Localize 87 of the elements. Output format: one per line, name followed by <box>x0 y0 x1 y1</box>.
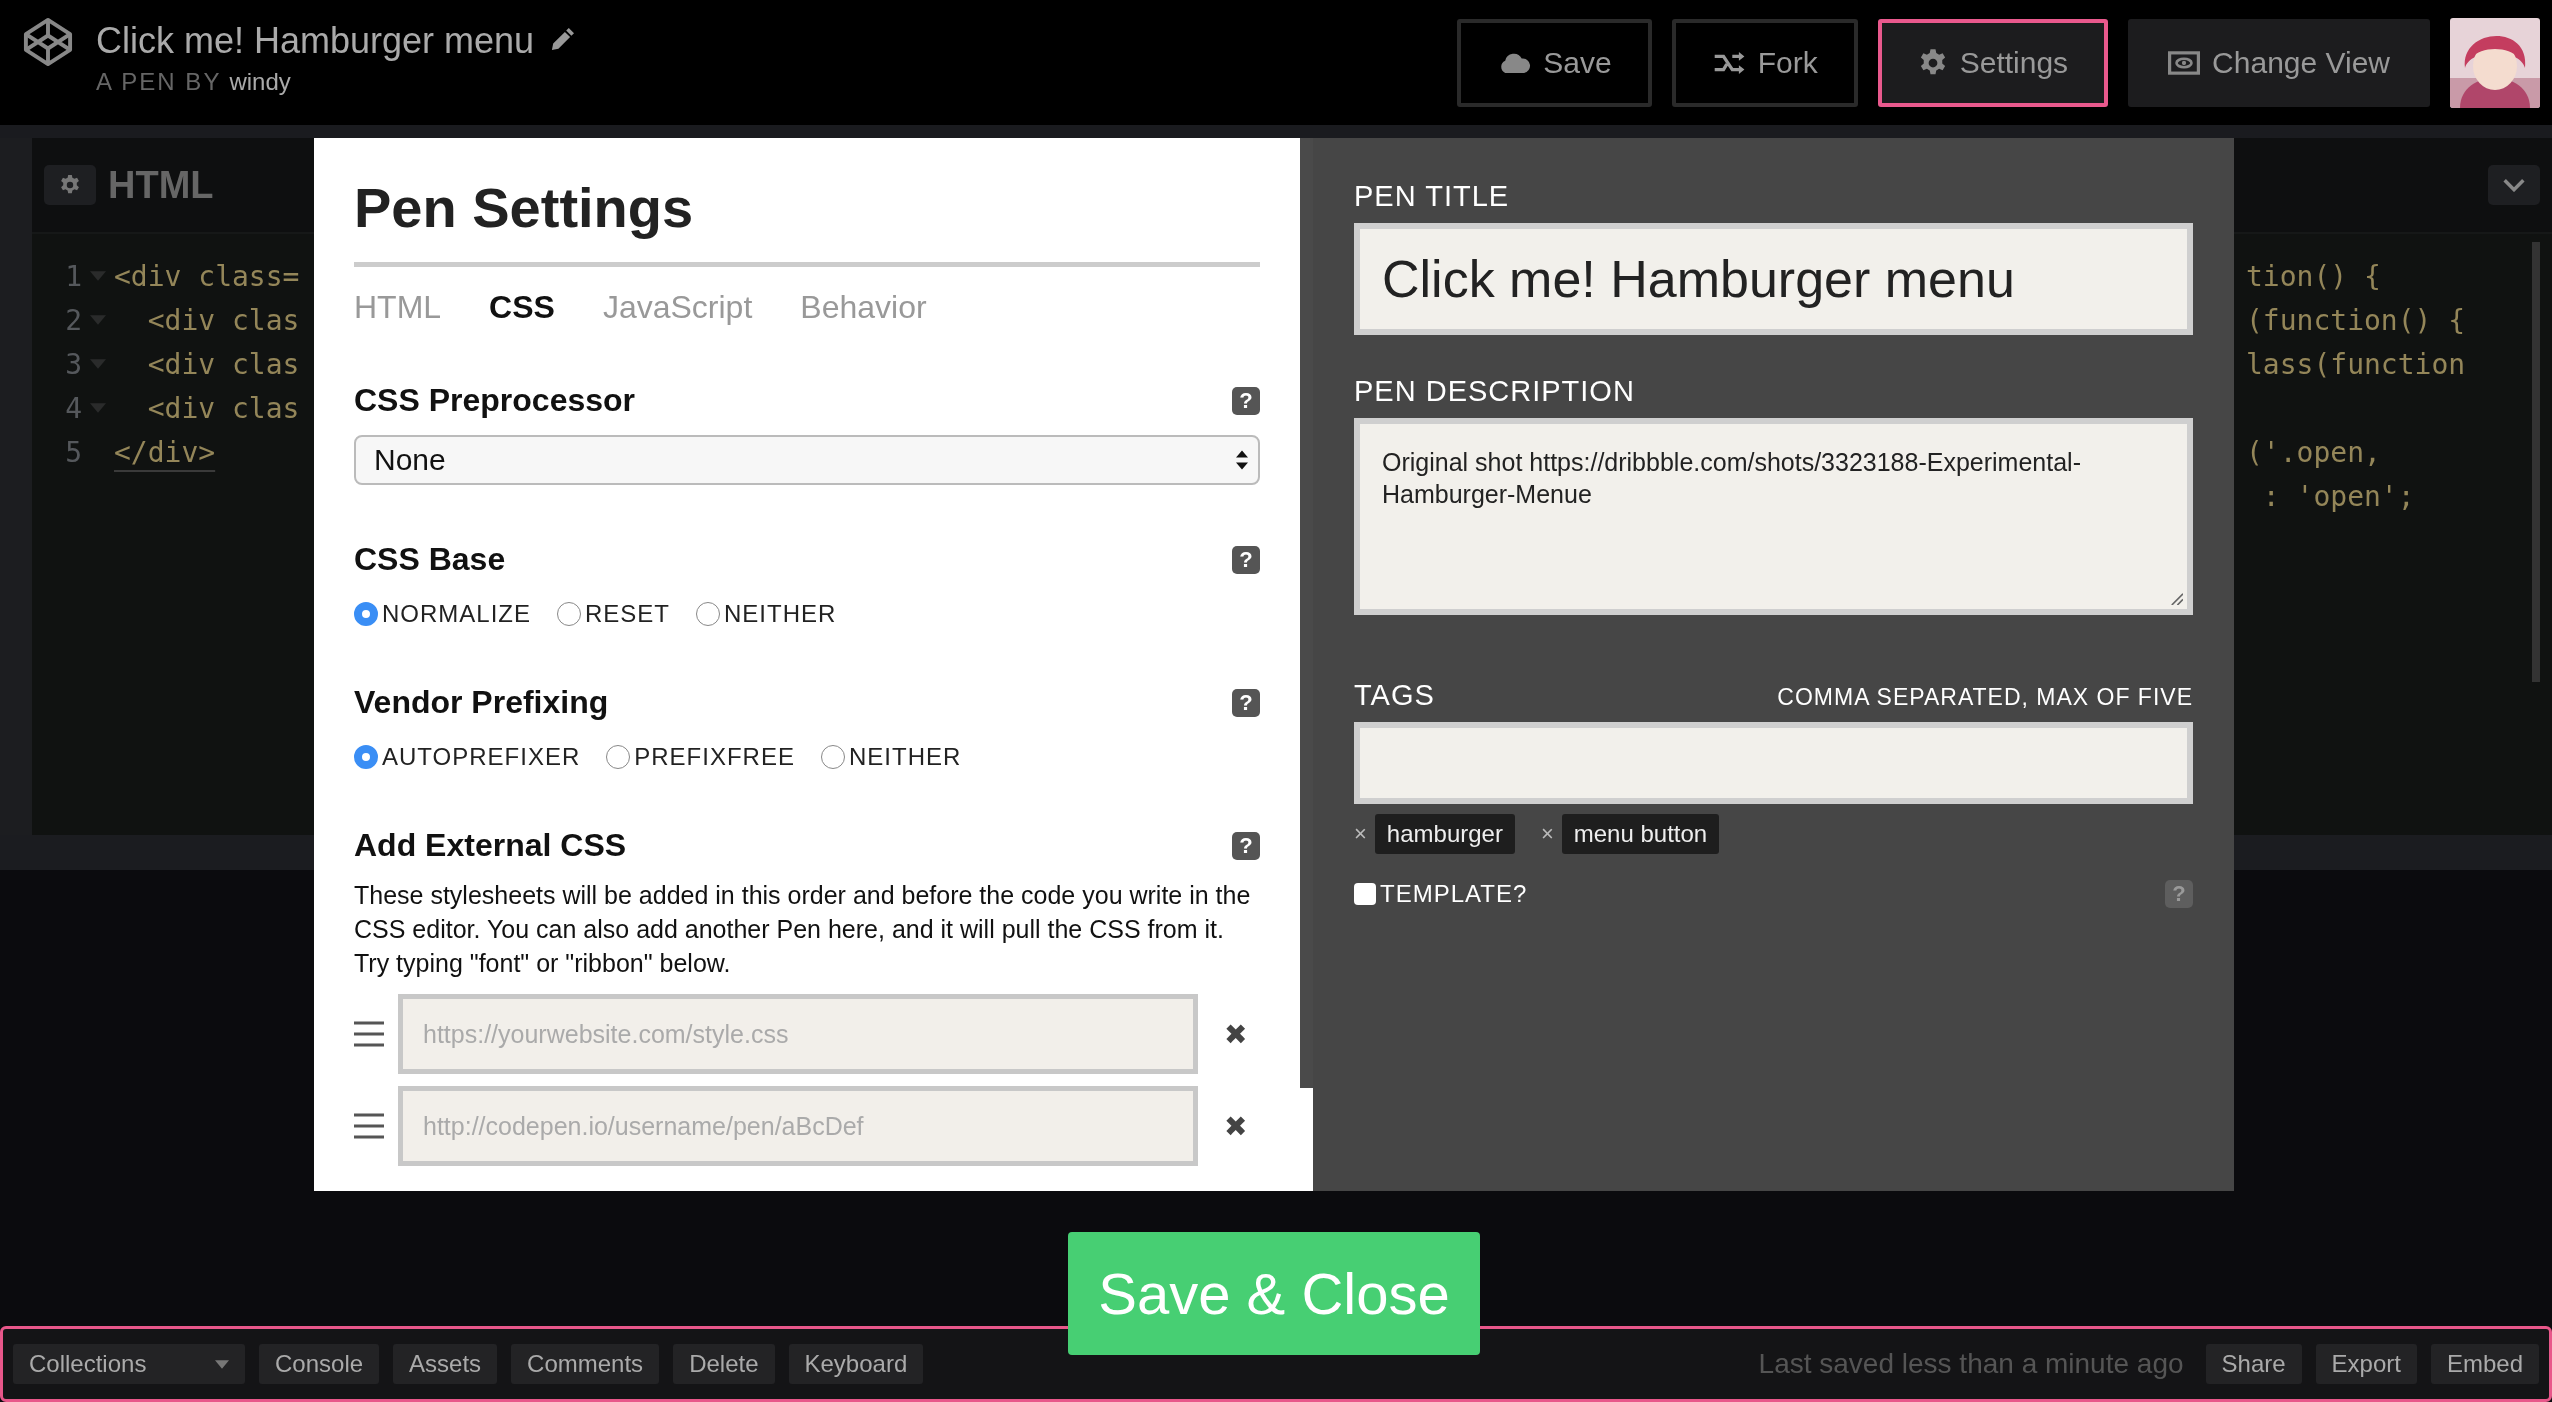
remove-button[interactable]: ✖ <box>1224 1109 1247 1143</box>
line-number: 5 <box>64 435 82 469</box>
radio-button[interactable] <box>820 745 845 769</box>
footer-button[interactable]: Comments <box>511 1344 660 1384</box>
header-button[interactable]: Fork <box>1671 18 1858 107</box>
help-icon[interactable]: ? <box>1232 688 1260 717</box>
description-field[interactable]: Original shot https://dribbble.com/shots/3323188-Experimental-Hamburger-Menue <box>1354 418 2193 615</box>
footer-button[interactable]: Console <box>259 1344 380 1384</box>
code-line: <div class= <box>114 259 300 293</box>
radio-label: NORMALIZE <box>382 600 531 628</box>
pen-title: Click me! Hamburger menu <box>96 19 535 62</box>
scrollbar[interactable] <box>1300 138 1313 1088</box>
url-field[interactable]: https://yourwebsite.com/style.css <box>398 994 1198 1074</box>
field-label: PEN DESCRIPTION <box>1354 375 1636 408</box>
select-arrows-icon <box>1236 449 1248 471</box>
title-field[interactable]: Click me! Hamburger menu <box>1354 223 2193 335</box>
remove-button[interactable]: ✖ <box>1224 1017 1247 1051</box>
code-line: </div> <box>114 435 216 469</box>
radio-button[interactable] <box>606 745 631 769</box>
editor-title: HTML <box>108 163 214 207</box>
checkbox-label: TEMPLATE? <box>1380 880 1528 908</box>
field-hint: COMMA SEPARATED, MAX OF FIVE <box>1777 684 2193 711</box>
radio-button[interactable] <box>557 602 581 626</box>
field-label: PEN TITLE <box>1354 180 1511 213</box>
collections-dropdown[interactable]: Collections <box>13 1344 245 1384</box>
modal-title: Pen Settings <box>354 176 695 240</box>
resize-grip-icon[interactable] <box>2169 591 2183 605</box>
scrollbar[interactable] <box>2532 242 2540 682</box>
tag: hamburger <box>1374 814 1515 854</box>
section-heading: Add External CSS <box>354 827 627 864</box>
line-number: 2 <box>64 303 82 337</box>
settings-icon <box>59 174 81 196</box>
code-line: tion() { <box>2246 259 2381 293</box>
radio-label: NEITHER <box>724 600 837 628</box>
field-label: TAGS <box>1354 679 1435 712</box>
code-line: : 'open'; <box>2261 479 2415 513</box>
chevron-down-icon <box>2502 178 2526 192</box>
code-line: ('.open, <box>2246 435 2381 469</box>
header-button[interactable]: Save <box>1457 18 1652 107</box>
remove-tag-button[interactable]: × <box>1354 821 1367 847</box>
help-icon[interactable]: ? <box>1232 386 1260 415</box>
drag-handle-icon[interactable] <box>354 1113 384 1139</box>
section-heading: CSS Base <box>354 541 506 578</box>
drag-handle-icon[interactable] <box>354 1021 384 1047</box>
author-link[interactable]: windy <box>229 67 291 96</box>
footer-button[interactable]: Delete <box>673 1344 775 1384</box>
radio-button[interactable] <box>696 602 721 626</box>
help-icon[interactable]: ? <box>1232 545 1260 574</box>
tags-field[interactable] <box>1354 722 2193 804</box>
code-line: <div clas <box>146 303 300 337</box>
code-line: lass(function <box>2246 347 2466 381</box>
footer-button[interactable]: Embed <box>2430 1344 2539 1384</box>
section-heading: CSS Preprocessor <box>354 382 635 419</box>
header-button[interactable]: Settings <box>1877 18 2109 107</box>
section-description: These stylesheets will be added in this order and before the code you write in the CSS editor. You can also add another Pen here, and it will pull the CSS from it. Try typing "font" or "ribbon" below. <box>354 880 1252 979</box>
footer-button[interactable]: Share <box>2205 1344 2302 1384</box>
collapse-button[interactable] <box>2488 165 2540 205</box>
byline-label: A PEN BY <box>96 67 222 96</box>
caret-icon <box>215 1359 229 1369</box>
code-line: <div clas <box>146 391 300 425</box>
remove-tag-button[interactable]: × <box>1540 821 1554 847</box>
line-number: 4 <box>64 391 82 425</box>
section-heading: Vendor Prefixing <box>354 684 609 721</box>
code-line: <div clas <box>146 347 300 381</box>
eye-icon <box>2168 50 2201 75</box>
line-number: 3 <box>64 347 82 381</box>
url-field[interactable]: http://codepen.io/username/pen/aBcDef <box>398 1086 1198 1166</box>
radio-button[interactable] <box>354 602 378 626</box>
radio-label: PREFIXFREE <box>634 743 795 771</box>
footer-button[interactable]: Export <box>2315 1344 2417 1384</box>
code-line: (function() { <box>2246 303 2466 337</box>
tag: menu button <box>1561 814 1720 854</box>
logo-icon[interactable] <box>22 16 74 68</box>
radio-label: AUTOPREFIXER <box>382 743 581 771</box>
radio-button[interactable] <box>354 745 378 769</box>
radio-label: RESET <box>585 600 671 628</box>
footer-button[interactable]: Keyboard <box>788 1344 924 1384</box>
header-button[interactable]: Change View <box>2128 18 2430 107</box>
help-icon[interactable]: ? <box>1232 831 1260 860</box>
settings-tab[interactable]: CSS <box>489 289 555 326</box>
save-status: Last saved less than a minute ago <box>1758 1348 2184 1380</box>
footer-button[interactable]: Assets <box>393 1344 498 1384</box>
radio-label: NEITHER <box>848 743 962 771</box>
line-number: 1 <box>64 259 82 293</box>
template-checkbox[interactable] <box>1354 883 1376 905</box>
preprocessor-select[interactable]: None <box>354 435 1260 485</box>
settings-button[interactable] <box>44 165 96 205</box>
